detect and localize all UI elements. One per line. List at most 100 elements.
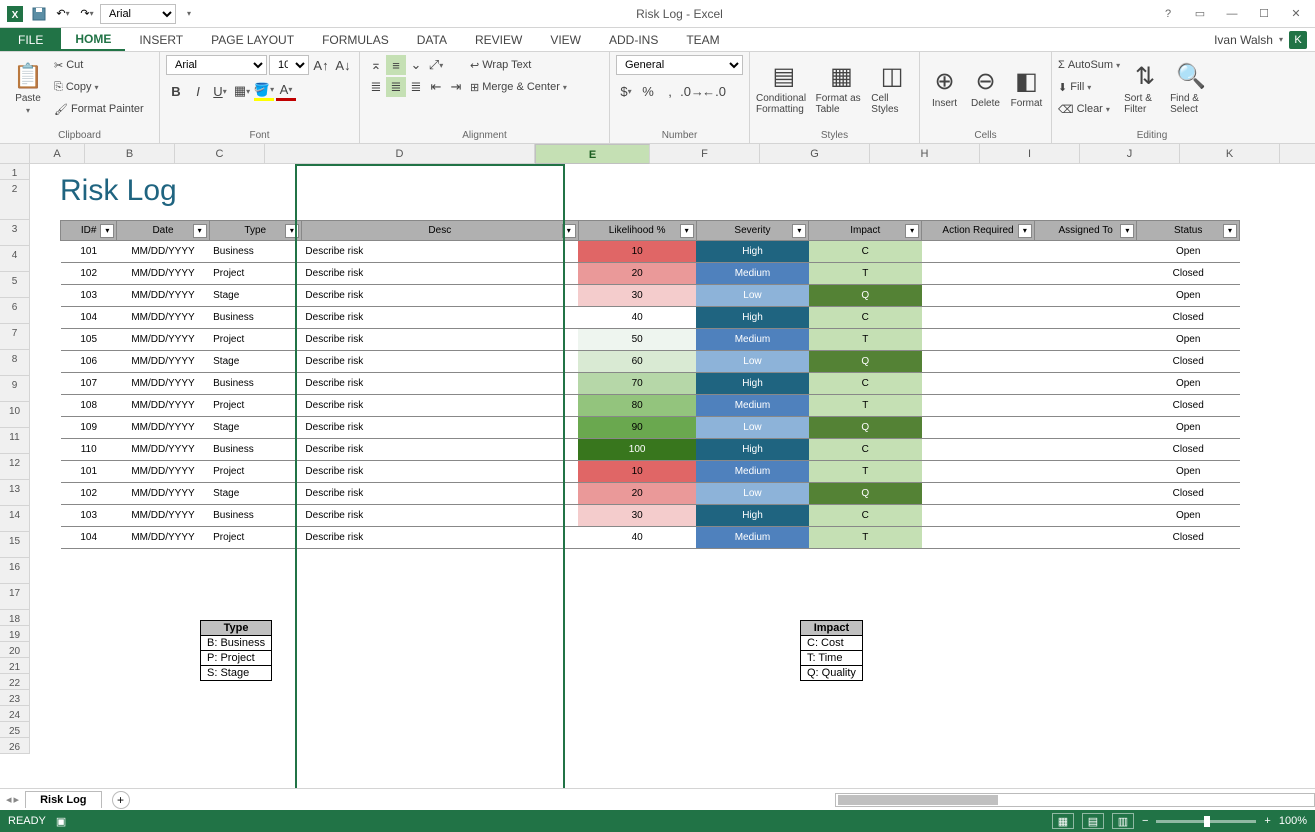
cell-type[interactable]: Stage — [209, 351, 301, 373]
table-row[interactable]: 106MM/DD/YYYYStageDescribe risk60LowQClo… — [61, 351, 1240, 373]
cell-date[interactable]: MM/DD/YYYY — [117, 263, 209, 285]
cell-id[interactable]: 107 — [61, 373, 117, 395]
row-header-26[interactable]: 26 — [0, 738, 30, 754]
align-right-icon[interactable]: ≣ — [406, 77, 426, 97]
cell-assigned[interactable] — [1034, 329, 1137, 351]
row-header-5[interactable]: 5 — [0, 272, 30, 298]
shrink-font-icon[interactable]: A↓ — [333, 55, 353, 75]
row-header-12[interactable]: 12 — [0, 454, 30, 480]
cell-date[interactable]: MM/DD/YYYY — [117, 461, 209, 483]
cell-desc[interactable]: Describe risk — [301, 373, 578, 395]
filter-dropdown-icon[interactable]: ▾ — [193, 224, 207, 238]
macro-record-icon[interactable]: ▣ — [56, 815, 66, 828]
row-header-22[interactable]: 22 — [0, 674, 30, 690]
filter-dropdown-icon[interactable]: ▾ — [562, 224, 576, 238]
help-icon[interactable]: ? — [1155, 4, 1181, 24]
cell-like[interactable]: 20 — [578, 483, 696, 505]
cell-id[interactable]: 104 — [61, 527, 117, 549]
cell-action[interactable] — [922, 505, 1035, 527]
cell-sev[interactable]: High — [696, 439, 809, 461]
sort-filter-button[interactable]: ⇅Sort & Filter — [1124, 55, 1166, 121]
cell-status[interactable]: Closed — [1137, 263, 1240, 285]
cell-status[interactable]: Open — [1137, 241, 1240, 263]
cell-id[interactable]: 106 — [61, 351, 117, 373]
cell-assigned[interactable] — [1034, 285, 1137, 307]
qat-customize-icon[interactable]: ▾ — [178, 3, 200, 25]
cell-imp[interactable]: T — [809, 395, 922, 417]
row-header-9[interactable]: 9 — [0, 376, 30, 402]
cell-action[interactable] — [922, 417, 1035, 439]
cell-status[interactable]: Open — [1137, 417, 1240, 439]
col-header-type[interactable]: Type▾ — [209, 221, 301, 241]
cell-type[interactable]: Business — [209, 241, 301, 263]
sheet-tab-active[interactable]: Risk Log — [25, 791, 101, 808]
font-name-select[interactable]: Arial — [166, 55, 267, 75]
column-header-J[interactable]: J — [1080, 144, 1180, 163]
zoom-slider[interactable] — [1156, 820, 1256, 823]
table-row[interactable]: 101MM/DD/YYYYBusinessDescribe risk10High… — [61, 241, 1240, 263]
insert-cells-button[interactable]: ⊕Insert — [926, 55, 963, 121]
ribbon-tab-insert[interactable]: INSERT — [125, 28, 197, 51]
cell-status[interactable]: Closed — [1137, 527, 1240, 549]
qat-font-select[interactable]: Arial — [100, 4, 176, 24]
conditional-formatting-button[interactable]: ▤Conditional Formatting — [756, 55, 812, 121]
cell-like[interactable]: 30 — [578, 505, 696, 527]
cell-date[interactable]: MM/DD/YYYY — [117, 351, 209, 373]
align-middle-icon[interactable]: ≡ — [386, 55, 406, 75]
row-header-7[interactable]: 7 — [0, 324, 30, 350]
clear-button[interactable]: ⌫ Clear ▾ — [1058, 99, 1120, 119]
column-header-B[interactable]: B — [85, 144, 175, 163]
ribbon-tab-view[interactable]: VIEW — [536, 28, 595, 51]
cell-assigned[interactable] — [1034, 439, 1137, 461]
increase-indent-icon[interactable]: ⇥ — [446, 77, 466, 97]
file-tab[interactable]: FILE — [0, 28, 61, 51]
cell-like[interactable]: 70 — [578, 373, 696, 395]
col-header-id-[interactable]: ID#▾ — [61, 221, 117, 241]
filter-dropdown-icon[interactable]: ▾ — [1018, 224, 1032, 238]
cell-date[interactable]: MM/DD/YYYY — [117, 483, 209, 505]
cell-desc[interactable]: Describe risk — [301, 439, 578, 461]
autosum-button[interactable]: Σ AutoSum ▾ — [1058, 55, 1120, 75]
cell-type[interactable]: Project — [209, 461, 301, 483]
view-normal-icon[interactable]: ▦ — [1052, 813, 1074, 829]
cell-styles-button[interactable]: ◫Cell Styles — [871, 55, 913, 121]
cell-id[interactable]: 102 — [61, 263, 117, 285]
ribbon-tab-page-layout[interactable]: PAGE LAYOUT — [197, 28, 308, 51]
cell-imp[interactable]: C — [809, 505, 922, 527]
delete-cells-button[interactable]: ⊖Delete — [967, 55, 1004, 121]
cell-type[interactable]: Project — [209, 395, 301, 417]
cell-status[interactable]: Closed — [1137, 307, 1240, 329]
col-header-action-required[interactable]: Action Required▾ — [922, 221, 1035, 241]
paste-button[interactable]: 📋Paste▾ — [6, 55, 50, 121]
cell-sev[interactable]: Medium — [696, 527, 809, 549]
cell-id[interactable]: 103 — [61, 505, 117, 527]
sheet-nav-next-icon[interactable]: ▸ — [14, 793, 20, 806]
cell-status[interactable]: Open — [1137, 373, 1240, 395]
column-header-F[interactable]: F — [650, 144, 760, 163]
cell-action[interactable] — [922, 527, 1035, 549]
cell-type[interactable]: Business — [209, 307, 301, 329]
cell-imp[interactable]: T — [809, 263, 922, 285]
col-header-date[interactable]: Date▾ — [117, 221, 209, 241]
cell-imp[interactable]: C — [809, 241, 922, 263]
cell-action[interactable] — [922, 263, 1035, 285]
cell-imp[interactable]: Q — [809, 417, 922, 439]
table-row[interactable]: 102MM/DD/YYYYProjectDescribe risk20Mediu… — [61, 263, 1240, 285]
cell-like[interactable]: 40 — [578, 307, 696, 329]
font-size-select[interactable]: 10 — [269, 55, 309, 75]
cell-sev[interactable]: Medium — [696, 329, 809, 351]
add-sheet-button[interactable]: + — [112, 791, 130, 809]
cell-like[interactable]: 50 — [578, 329, 696, 351]
table-row[interactable]: 103MM/DD/YYYYStageDescribe risk30LowQOpe… — [61, 285, 1240, 307]
table-row[interactable]: 110MM/DD/YYYYBusinessDescribe risk100Hig… — [61, 439, 1240, 461]
increase-decimal-icon[interactable]: .0→ — [682, 81, 702, 101]
col-header-severity[interactable]: Severity▾ — [696, 221, 809, 241]
column-header-K[interactable]: K — [1180, 144, 1280, 163]
italic-icon[interactable]: I — [188, 81, 208, 101]
cell-id[interactable]: 109 — [61, 417, 117, 439]
row-header-8[interactable]: 8 — [0, 350, 30, 376]
cell-like[interactable]: 80 — [578, 395, 696, 417]
cell-desc[interactable]: Describe risk — [301, 395, 578, 417]
cell-type[interactable]: Business — [209, 505, 301, 527]
cell-imp[interactable]: C — [809, 439, 922, 461]
